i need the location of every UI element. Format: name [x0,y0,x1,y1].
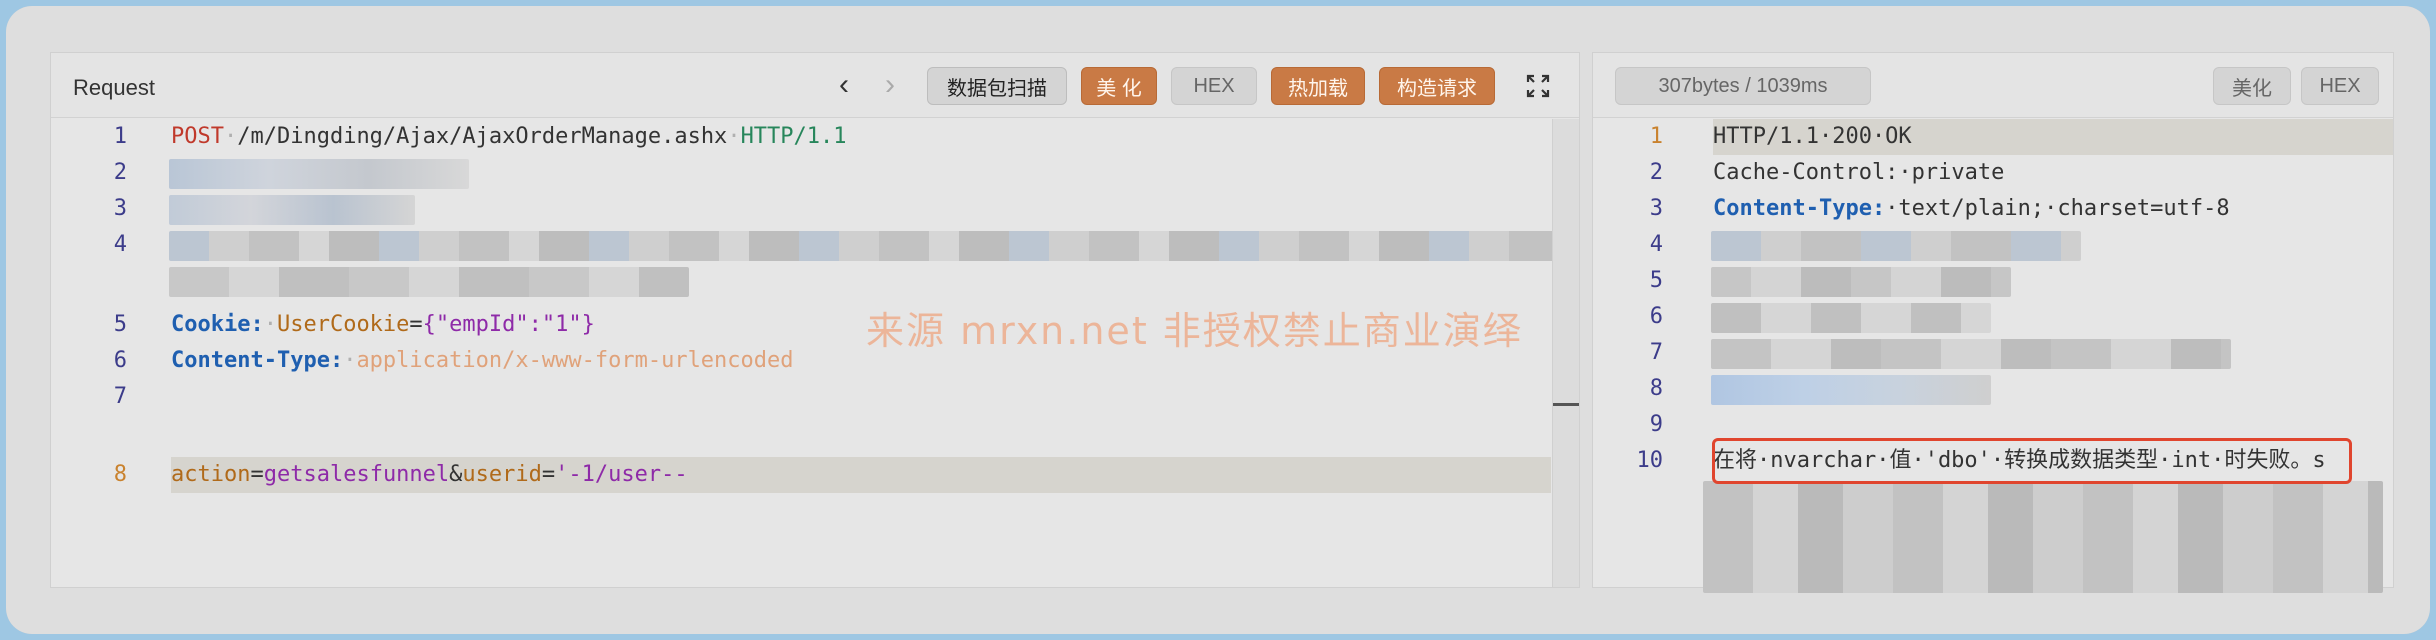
app-window: Request ‹ › 数据包扫描 美 化 HEX 热加载 构造请求 1 POS… [6,6,2430,634]
header-name: Content-Type: [1713,196,1886,221]
line-number: 5 [1649,268,1663,293]
http-protocol: HTTP/1.1 [740,124,847,149]
param-name: action [171,462,251,487]
line-number: 8 [1649,376,1663,401]
code-line: 1 HTTP/1.1·200·OK [1593,119,2393,155]
back-arrow-icon[interactable]: ‹ [839,70,849,100]
line-number: 7 [1649,340,1663,365]
param-value: getsalesfunnel [263,462,450,487]
response-beautify-button[interactable]: 美化 [2213,67,2291,105]
line-number: 7 [113,384,127,409]
line-number: 6 [1649,304,1663,329]
request-line: POST·/m/Dingding/Ajax/AjaxOrderManage.as… [171,124,847,149]
header-value: ·text/plain;·charset=utf-8 [1885,196,2230,221]
redacted-block [1703,481,2383,593]
panel-area: Request ‹ › 数据包扫描 美 化 HEX 热加载 构造请求 1 POS… [6,6,2430,634]
redacted-block [169,267,689,297]
scan-packet-button[interactable]: 数据包扫描 [927,67,1067,105]
header-line: Cache-Control:·private [1713,160,2005,185]
beautify-button[interactable]: 美 化 [1081,67,1157,105]
expand-icon[interactable] [1525,73,1551,99]
request-path: /m/Dingding/Ajax/AjaxOrderManage.ashx [237,124,728,149]
equals-sign: = [409,312,423,337]
line-number: 6 [113,348,127,373]
scroll-position-marker [1553,403,1579,406]
watermark: 来源 mrxn.net 非授权禁止商业演绎 [866,309,1523,353]
hot-load-button[interactable]: 热加载 [1271,67,1365,105]
hex-button[interactable]: HEX [1171,67,1257,105]
response-stats: 307bytes / 1039ms [1615,67,1871,105]
cookie-name: UserCookie [276,312,410,337]
redacted-block [1711,339,2231,369]
code-line: 7 [51,379,1579,415]
redacted-block [1711,231,2081,261]
cookie-value: {"empId":"1"} [422,312,595,337]
response-pane: 307bytes / 1039ms 美化 HEX 1 HTTP/1.1·200·… [1592,52,2394,593]
redacted-block [169,195,415,225]
response-editor[interactable]: 1 HTTP/1.1·200·OK 2 Cache-Control:·priva… [1593,119,2393,593]
equals-sign: = [250,462,264,487]
code-line: 3 Content-Type:·text/plain;·charset=utf-… [1593,191,2393,227]
status-line: HTTP/1.1·200·OK [1713,124,1912,149]
redacted-block [169,231,1567,261]
response-hex-button[interactable]: HEX [2301,67,2379,105]
header-name: Cookie: [171,312,264,337]
request-scrollbar[interactable] [1552,119,1579,587]
build-request-button[interactable]: 构造请求 [1379,67,1495,105]
line-number: 5 [113,312,127,337]
line-number: 1 [113,124,127,149]
redacted-block [1711,375,1991,405]
line-number: 1 [1649,124,1663,149]
equals-sign: = [541,462,556,487]
redacted-block [169,159,469,189]
header-value: application/x-www-form-urlencoded [356,348,794,373]
request-title: Request [73,75,155,100]
redacted-block [1711,303,1991,333]
line-number: 4 [113,232,127,257]
code-line: 1 POST·/m/Dingding/Ajax/AjaxOrderManage.… [51,119,1579,155]
line-number: 3 [113,196,127,221]
forward-arrow-icon[interactable]: › [885,70,895,100]
response-toolbar: 307bytes / 1039ms 美化 HEX [1593,53,2393,118]
redacted-block [1711,267,2011,297]
line-number: 3 [1649,196,1663,221]
http-method: POST [171,124,224,149]
line-number: 9 [1649,412,1663,437]
header-name: Content-Type: [171,348,344,373]
error-highlight-box [1712,438,2352,484]
request-toolbar: Request ‹ › 数据包扫描 美 化 HEX 热加载 构造请求 [51,53,1579,118]
line-number: 10 [1636,448,1664,473]
line-number: 2 [1649,160,1663,185]
param-value: '-1/user-- [555,462,688,487]
param-name: userid [462,462,542,487]
ampersand: & [449,462,463,487]
line-number: 4 [1649,232,1663,257]
line-number: 2 [113,160,127,185]
line-number: 8 [113,462,127,487]
code-line: 2 Cache-Control:·private [1593,155,2393,191]
code-line: 8 action=getsalesfunnel&userid='-1/user-… [51,457,1579,493]
